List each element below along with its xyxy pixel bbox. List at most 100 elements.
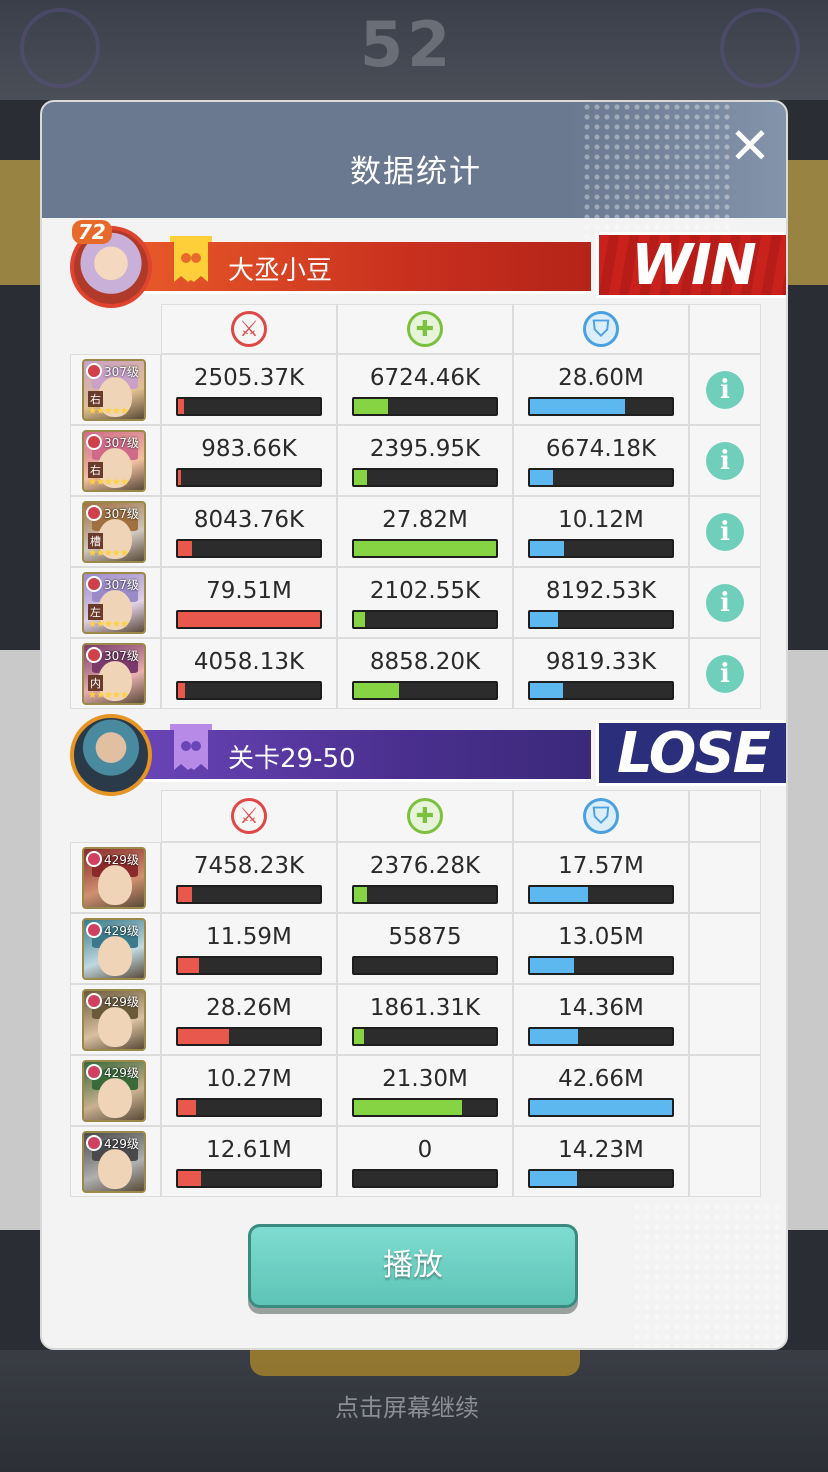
defense-cell: 14.36M [513, 984, 689, 1055]
heal-cell: 8858.20K [337, 638, 513, 709]
sword-icon: ⚔ [231, 311, 267, 347]
heal-bar [352, 1027, 498, 1046]
heal-column-header: ✚ [337, 304, 513, 354]
damage-value: 79.51M [206, 578, 292, 604]
info-icon[interactable]: i [706, 654, 744, 693]
heal-column-header: ✚ [337, 790, 513, 842]
info-cell: i [689, 425, 761, 496]
hero-portrait[interactable]: 307级 内 ★★★★★ [82, 643, 146, 705]
heal-bar [352, 397, 498, 416]
info-cell [689, 913, 761, 984]
defense-bar [528, 397, 674, 416]
hero-portrait[interactable]: 307级 槽 ★★★★★ [82, 501, 146, 563]
element-gem-icon [86, 647, 102, 663]
hero-level: 307级 [104, 436, 139, 450]
heal-value: 2395.95K [369, 436, 481, 462]
hero-level: 307级 [104, 507, 139, 521]
hero-position: 槽 [88, 533, 103, 549]
damage-bar [176, 1027, 322, 1046]
damage-value: 7458.23K [193, 853, 305, 879]
close-button[interactable]: ✕ [724, 120, 776, 172]
element-gem-icon [86, 1135, 102, 1151]
hero-position: 左 [88, 604, 103, 620]
info-icon[interactable]: i [706, 370, 744, 409]
hero-portrait-cell: 429级 [70, 984, 161, 1055]
defense-bar [528, 1027, 674, 1046]
damage-bar [176, 468, 322, 487]
info-cell: i [689, 496, 761, 567]
heal-value: 8858.20K [369, 649, 481, 675]
hero-level: 429级 [104, 853, 139, 867]
defense-cell: 8192.53K [513, 567, 689, 638]
element-gem-icon [86, 851, 102, 867]
defense-value: 10.12M [558, 507, 644, 533]
heal-value: 2102.55K [369, 578, 481, 604]
team-banner-lose: 关卡29-50 LOSE [70, 714, 786, 796]
dialog-header: 数据统计 ✕ [42, 102, 786, 252]
hero-row: 307级 左 ★★★★★ 79.51M 2102.55K 8192.53K i [70, 567, 761, 638]
damage-cell: 11.59M [161, 913, 337, 984]
background-score: 52 [360, 8, 455, 81]
heal-bar [352, 885, 498, 904]
hero-portrait-cell: 307级 右 ★★★★★ [70, 425, 161, 496]
damage-cell: 983.66K [161, 425, 337, 496]
defense-cell: 13.05M [513, 913, 689, 984]
result-badge-win: WIN [596, 232, 786, 298]
stats-dialog: 数据统计 ✕ 大丞小豆 WIN 72 ⚔ ✚ ⛉ 307级 右 ★★★★★ 25… [40, 100, 788, 1350]
team-name: 大丞小豆 [228, 256, 333, 286]
damage-cell: 10.27M [161, 1055, 337, 1126]
hero-portrait-cell: 429级 [70, 842, 161, 913]
hero-portrait[interactable]: 429级 [82, 1060, 146, 1122]
defense-column-header: ⛉ [513, 790, 689, 842]
hero-portrait[interactable]: 429级 [82, 847, 146, 909]
damage-value: 8043.76K [193, 507, 305, 533]
hero-portrait-cell: 429级 [70, 913, 161, 984]
hero-row: 307级 右 ★★★★★ 983.66K 2395.95K 6674.18K i [70, 425, 761, 496]
star-rating-icon: ★★★★★ [88, 406, 129, 417]
heal-cell: 27.82M [337, 496, 513, 567]
hero-portrait[interactable]: 429级 [82, 989, 146, 1051]
background-panel-left [0, 160, 42, 285]
damage-bar [176, 1098, 322, 1117]
hero-portrait-cell: 429级 [70, 1126, 161, 1197]
info-icon[interactable]: i [706, 583, 744, 622]
hero-portrait[interactable]: 429级 [82, 1131, 146, 1193]
damage-cell: 2505.37K [161, 354, 337, 425]
defense-cell: 28.60M [513, 354, 689, 425]
result-badge-lose: LOSE [596, 720, 786, 786]
hero-level: 429级 [104, 924, 139, 938]
info-icon[interactable]: i [706, 441, 744, 480]
cross-icon: ✚ [407, 311, 443, 347]
heal-bar [352, 610, 498, 629]
info-cell: i [689, 354, 761, 425]
background-panel-right [786, 160, 828, 285]
damage-cell: 79.51M [161, 567, 337, 638]
heal-cell: 6724.46K [337, 354, 513, 425]
star-rating-icon: ★★★★★ [88, 690, 129, 701]
info-icon[interactable]: i [706, 512, 744, 551]
hero-portrait[interactable]: 307级 左 ★★★★★ [82, 572, 146, 634]
player-avatar[interactable]: 72 [70, 220, 152, 308]
background-avatar-right [720, 8, 800, 88]
hero-portrait-cell: 307级 右 ★★★★★ [70, 354, 161, 425]
info-cell: i [689, 638, 761, 709]
heal-value: 1861.31K [369, 995, 481, 1021]
hero-portrait[interactable]: 307级 右 ★★★★★ [82, 359, 146, 421]
hero-row: 429级 10.27M 21.30M 42.66M [70, 1055, 761, 1126]
heal-bar [352, 681, 498, 700]
heal-value: 55875 [388, 924, 462, 950]
background-strip-left [0, 650, 42, 1230]
enemy-avatar[interactable] [70, 714, 152, 796]
hero-portrait[interactable]: 307级 右 ★★★★★ [82, 430, 146, 492]
play-button[interactable]: 播放 [248, 1224, 578, 1308]
damage-value: 2505.37K [193, 365, 305, 391]
hero-row: 307级 右 ★★★★★ 2505.37K 6724.46K 28.60M i [70, 354, 761, 425]
hero-level: 307级 [104, 649, 139, 663]
star-rating-icon: ★★★★★ [88, 619, 129, 630]
element-gem-icon [86, 434, 102, 450]
hero-portrait[interactable]: 429级 [82, 918, 146, 980]
player-level: 72 [72, 220, 112, 244]
flag-icon [170, 724, 212, 770]
background-bottom-bar: 点击屏幕继续 [0, 1350, 828, 1472]
team2-stats-table: ⚔ ✚ ⛉ 429级 7458.23K 2376.28K 17.57M 429级… [70, 790, 761, 1197]
